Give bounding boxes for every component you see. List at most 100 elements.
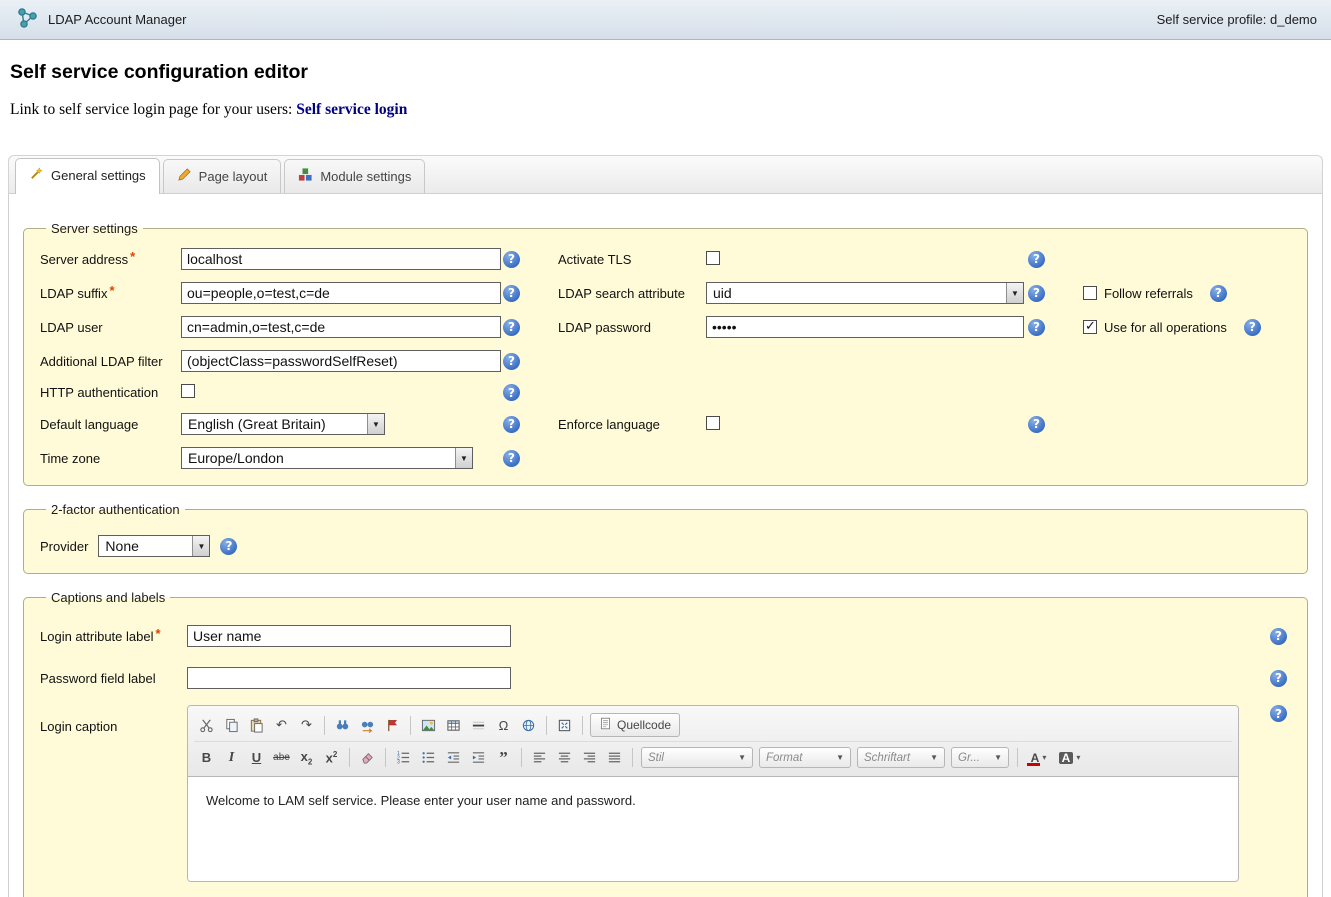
svg-text:3: 3 (397, 760, 400, 765)
iframe-globe-icon[interactable] (516, 713, 541, 737)
source-icon (599, 717, 612, 733)
help-icon[interactable]: ? (503, 384, 520, 401)
cut-icon[interactable] (194, 713, 219, 737)
special-character-icon[interactable]: Ω (491, 713, 516, 737)
server-address-label: Server address* (40, 252, 181, 267)
editor-content[interactable]: Welcome to LAM self service. Please ente… (188, 777, 1238, 881)
password-field-label-input[interactable] (187, 667, 511, 689)
maximize-icon[interactable] (552, 713, 577, 737)
copy-icon[interactable] (219, 713, 244, 737)
help-icon[interactable]: ? (1270, 628, 1287, 645)
underline-icon[interactable]: U (244, 746, 269, 770)
toolbar-separator (632, 748, 633, 767)
self-service-login-link[interactable]: Self service login (296, 101, 407, 118)
help-icon[interactable]: ? (1028, 251, 1045, 268)
help-icon[interactable]: ? (503, 319, 520, 336)
bullet-list-icon[interactable] (416, 746, 441, 770)
size-dropdown[interactable]: Gr... ▼ (951, 747, 1009, 768)
align-right-icon[interactable] (577, 746, 602, 770)
text-color-button[interactable]: A▾ (1023, 746, 1054, 770)
align-justify-icon[interactable] (602, 746, 627, 770)
two-factor-legend: 2-factor authentication (46, 502, 185, 517)
use-for-all-operations-label: Use for all operations (1104, 320, 1227, 335)
table-icon[interactable] (441, 713, 466, 737)
use-for-all-operations-checkbox[interactable] (1083, 320, 1097, 334)
captions-legend: Captions and labels (46, 590, 170, 605)
login-attribute-label: Login attribute label* (40, 629, 187, 644)
toolbar-separator (349, 748, 350, 767)
help-icon[interactable]: ? (503, 416, 520, 433)
http-authentication-label: HTTP authentication (40, 385, 181, 400)
font-dropdown[interactable]: Schriftart ▼ (857, 747, 945, 768)
login-link-line: Link to self service login page for your… (10, 101, 1323, 119)
login-attribute-input[interactable] (187, 625, 511, 647)
remove-format-eraser-icon[interactable] (355, 746, 380, 770)
toolbar-separator (324, 716, 325, 735)
superscript-icon[interactable]: x2 (319, 746, 344, 770)
blockquote-icon[interactable]: ” (491, 746, 516, 770)
help-icon[interactable]: ? (1028, 319, 1045, 336)
ldap-password-input[interactable] (706, 316, 1024, 338)
source-button[interactable]: Quellcode (590, 713, 680, 737)
help-icon[interactable]: ? (1244, 319, 1261, 336)
horizontal-rule-icon[interactable] (466, 713, 491, 737)
style-dropdown[interactable]: Stil ▼ (641, 747, 753, 768)
strikethrough-icon[interactable]: abe (269, 746, 294, 770)
help-icon[interactable]: ? (503, 353, 520, 370)
tab-general-settings[interactable]: General settings (15, 158, 160, 194)
provider-select[interactable]: None ▼ (98, 535, 210, 557)
default-language-label: Default language (40, 417, 181, 432)
server-address-input[interactable] (181, 248, 501, 270)
help-icon[interactable]: ? (1028, 416, 1045, 433)
default-language-select[interactable]: English (Great Britain) ▼ (181, 413, 385, 435)
align-center-icon[interactable] (552, 746, 577, 770)
subscript-icon[interactable]: x2 (294, 746, 319, 770)
ldap-search-attribute-select[interactable]: uid ▼ (706, 282, 1024, 304)
ldap-suffix-input[interactable] (181, 282, 501, 304)
additional-ldap-filter-label: Additional LDAP filter (40, 354, 181, 369)
editor-toolbar: ↶ ↷ Ω (188, 706, 1238, 777)
time-zone-label: Time zone (40, 451, 181, 466)
http-authentication-checkbox[interactable] (181, 384, 195, 398)
help-icon[interactable]: ? (1270, 705, 1287, 722)
replace-icon[interactable] (355, 713, 380, 737)
tab-module-settings[interactable]: Module settings (284, 159, 425, 193)
ldap-user-input[interactable] (181, 316, 501, 338)
find-icon[interactable] (330, 713, 355, 737)
undo-icon[interactable]: ↶ (269, 713, 294, 737)
image-icon[interactable] (416, 713, 441, 737)
lam-logo-icon (14, 5, 40, 34)
bold-icon[interactable]: B (194, 746, 219, 770)
format-dropdown[interactable]: Format ▼ (759, 747, 851, 768)
numbered-list-icon[interactable]: 123 (391, 746, 416, 770)
help-icon[interactable]: ? (503, 251, 520, 268)
enforce-language-checkbox[interactable] (706, 416, 720, 430)
self-service-profile-label: Self service profile: d_demo (1157, 12, 1317, 27)
app-title: LDAP Account Manager (48, 12, 187, 27)
italic-icon[interactable]: I (219, 746, 244, 770)
help-icon[interactable]: ? (1210, 285, 1227, 302)
modules-blocks-icon (298, 167, 313, 185)
align-left-icon[interactable] (527, 746, 552, 770)
follow-referrals-label: Follow referrals (1104, 286, 1193, 301)
activate-tls-label: Activate TLS (558, 252, 706, 267)
time-zone-select[interactable]: Europe/London ▼ (181, 447, 473, 469)
outdent-icon[interactable] (441, 746, 466, 770)
redo-icon[interactable]: ↷ (294, 713, 319, 737)
help-icon[interactable]: ? (220, 538, 237, 555)
tab-page-layout[interactable]: Page layout (163, 159, 282, 193)
activate-tls-checkbox[interactable] (706, 251, 720, 265)
help-icon[interactable]: ? (1028, 285, 1045, 302)
help-icon[interactable]: ? (503, 285, 520, 302)
toolbar-separator (385, 748, 386, 767)
background-color-button[interactable]: A▾ (1054, 746, 1085, 770)
follow-referrals-checkbox[interactable] (1083, 286, 1097, 300)
tab-label: Module settings (320, 169, 411, 184)
indent-icon[interactable] (466, 746, 491, 770)
paste-icon[interactable] (244, 713, 269, 737)
additional-ldap-filter-input[interactable] (181, 350, 501, 372)
help-icon[interactable]: ? (1270, 670, 1287, 687)
help-icon[interactable]: ? (503, 450, 520, 467)
spellcheck-flag-icon[interactable] (380, 713, 405, 737)
ldap-search-attribute-label: LDAP search attribute (558, 286, 706, 301)
